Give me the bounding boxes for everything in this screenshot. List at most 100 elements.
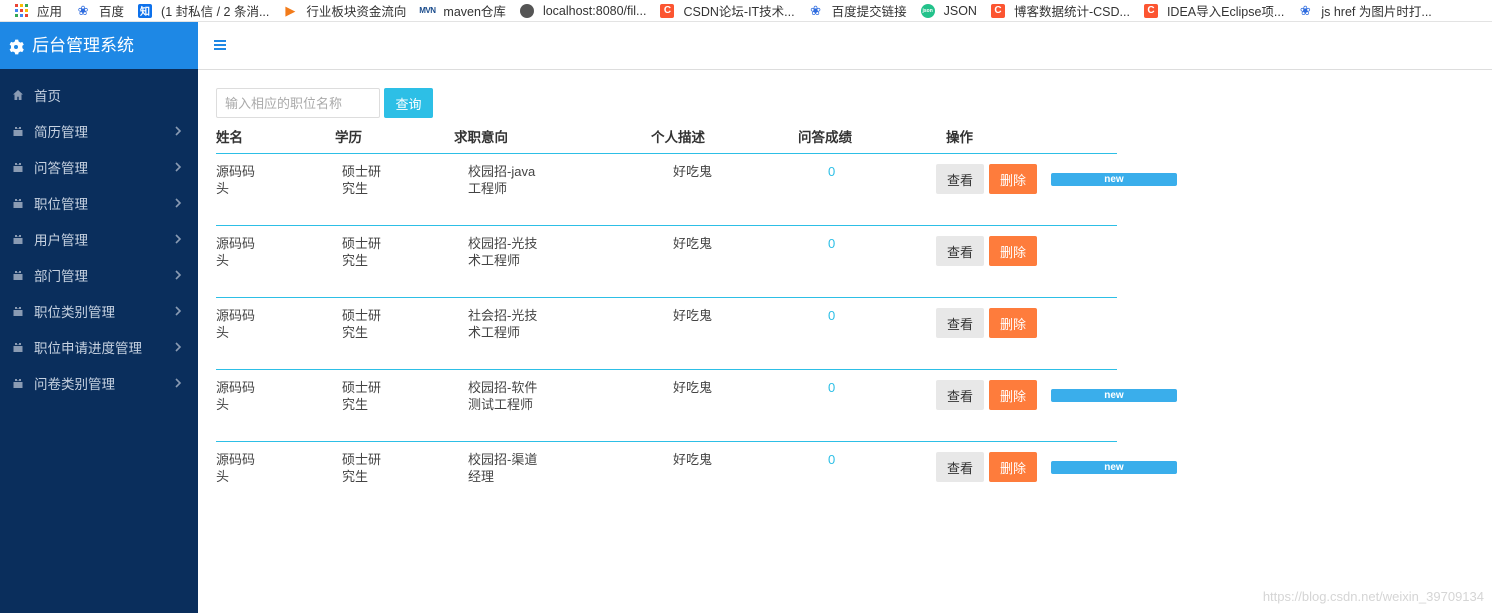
- bookmark-item[interactable]: 知 (1 封私信 / 2 条消...: [138, 1, 269, 20]
- sidebar-item-label: 职位申请进度管理: [34, 341, 142, 356]
- sidebar-item[interactable]: 部门管理: [0, 257, 198, 293]
- view-button[interactable]: 查看: [936, 164, 984, 194]
- table-row: 源码码头 硕士研究生 校园招-java工程师 好吃鬼 0 查看 删除 new: [216, 153, 1177, 225]
- new-badge: new: [1051, 173, 1177, 186]
- sidebar-item[interactable]: 问答管理: [0, 149, 198, 185]
- app-title: 后台管理系统: [32, 36, 134, 55]
- search-button[interactable]: 查询: [384, 88, 433, 118]
- column-header-actions: 操作: [946, 130, 973, 145]
- baidu-paw-icon: ❀: [77, 2, 89, 18]
- cell-score: 0: [828, 452, 836, 467]
- chevron-right-icon: [175, 234, 182, 244]
- flame-icon: ▶: [285, 2, 296, 18]
- view-button[interactable]: 查看: [936, 236, 984, 266]
- view-button[interactable]: 查看: [936, 308, 984, 338]
- new-badge: new: [1051, 389, 1177, 402]
- bookmark-item[interactable]: ❀ 百度提交链接: [809, 1, 906, 20]
- column-header-education: 学历: [335, 130, 362, 145]
- delete-button[interactable]: 删除: [989, 164, 1037, 194]
- delete-button[interactable]: 删除: [989, 308, 1037, 338]
- bookmark-item[interactable]: C CSDN论坛-IT技术...: [660, 1, 795, 20]
- bookmark-item[interactable]: ▶ 行业板块资金流向: [283, 1, 406, 20]
- cell-education: 硕士研究生: [342, 452, 382, 484]
- bookmark-label: CSDN论坛-IT技术...: [683, 5, 795, 19]
- bookmark-label: js href 为图片时打...: [1321, 5, 1432, 19]
- cell-name: 源码码头: [216, 380, 256, 412]
- bookmark-item[interactable]: json JSON: [920, 3, 977, 18]
- sidebar-item-label: 简历管理: [34, 125, 88, 140]
- view-button[interactable]: 查看: [936, 380, 984, 410]
- table-row: 源码码头 硕士研究生 校园招-渠道经理 好吃鬼 0 查看 删除 new: [216, 441, 1177, 513]
- json-icon: json: [920, 3, 935, 18]
- column-header-score: 问答成绩: [798, 130, 852, 145]
- watermark: https://blog.csdn.net/weixin_39709134: [1262, 589, 1484, 604]
- chevron-right-icon: [175, 198, 182, 208]
- top-header: [198, 22, 1492, 70]
- sidebar-menu: 首页简历管理问答管理职位管理用户管理部门管理职位类别管理职位申请进度管理问卷类别…: [0, 69, 198, 401]
- delete-button[interactable]: 删除: [989, 236, 1037, 266]
- sidebar-item[interactable]: 首页: [0, 77, 198, 113]
- bookmark-item[interactable]: C 博客数据统计-CSD...: [990, 1, 1130, 20]
- cell-education: 硕士研究生: [342, 380, 382, 412]
- cell-description: 好吃鬼: [673, 308, 713, 323]
- table-row: 源码码头 硕士研究生 社会招-光技术工程师 好吃鬼 0 查看 删除: [216, 297, 1117, 369]
- briefcase-icon: [12, 233, 24, 245]
- table-row: 源码码头 硕士研究生 校园招-光技术工程师 好吃鬼 0 查看 删除: [216, 225, 1117, 297]
- sidebar-item[interactable]: 问卷类别管理: [0, 365, 198, 401]
- sidebar-item-label: 职位类别管理: [34, 305, 115, 320]
- bookmark-item[interactable]: C IDEA导入Eclipse项...: [1143, 1, 1285, 20]
- csdn-icon: C: [660, 3, 675, 18]
- cell-name: 源码码头: [216, 308, 256, 340]
- sidebar-item[interactable]: 简历管理: [0, 113, 198, 149]
- home-icon: [12, 89, 24, 101]
- delete-button[interactable]: 删除: [989, 380, 1037, 410]
- bookmark-item[interactable]: ❀ 百度: [76, 1, 124, 20]
- cell-score: 0: [828, 236, 836, 251]
- bookmark-label: 博客数据统计-CSD...: [1013, 5, 1130, 19]
- bookmark-item[interactable]: ❀ js href 为图片时打...: [1298, 1, 1432, 20]
- sidebar-item[interactable]: 职位管理: [0, 185, 198, 221]
- sidebar-item[interactable]: 职位类别管理: [0, 293, 198, 329]
- search-input[interactable]: [216, 88, 380, 118]
- chevron-right-icon: [175, 162, 182, 172]
- cell-intent: 社会招-光技术工程师: [468, 308, 538, 340]
- bookmark-label: IDEA导入Eclipse项...: [1166, 5, 1285, 19]
- bookmark-item[interactable]: localhost:8080/fil...: [519, 3, 647, 18]
- cell-description: 好吃鬼: [673, 236, 713, 251]
- bookmark-label: localhost:8080/fil...: [542, 3, 647, 18]
- csdn-icon: C: [1143, 3, 1158, 18]
- main-content: 查询 姓名 学历 求职意向 个人描述 问答成绩 操作 源码码头硕士研究生校园招-…: [198, 70, 1492, 613]
- cell-intent: 校园招-java工程师: [468, 164, 536, 196]
- sidebar-item-label: 首页: [34, 89, 61, 104]
- csdn-icon: C: [990, 3, 1005, 18]
- bookmark-item[interactable]: MVN maven仓库: [419, 1, 506, 20]
- sidebar-item-label: 用户管理: [34, 233, 88, 248]
- sidebar-item-label: 职位管理: [34, 197, 88, 212]
- brand-header[interactable]: 后台管理系统: [0, 22, 198, 69]
- bookmark-label: 百度: [99, 5, 125, 19]
- briefcase-icon: [12, 269, 24, 281]
- bookmark-label: JSON: [943, 3, 977, 18]
- apps-grid-icon: [14, 3, 28, 18]
- table-row: 源码码头 硕士研究生 校园招-软件测试工程师 好吃鬼 0 查看 删除 new: [216, 369, 1177, 441]
- mvn-icon: MVN: [419, 6, 436, 15]
- chevron-right-icon: [175, 270, 182, 280]
- bookmark-item[interactable]: 应用: [14, 1, 62, 20]
- cell-score: 0: [828, 308, 836, 323]
- cell-score: 0: [828, 164, 836, 179]
- sidebar-item[interactable]: 用户管理: [0, 221, 198, 257]
- chevron-right-icon: [175, 306, 182, 316]
- chevron-right-icon: [175, 342, 182, 352]
- chevron-right-icon: [175, 126, 182, 136]
- sidebar-item-label: 部门管理: [34, 269, 88, 284]
- delete-button[interactable]: 删除: [989, 452, 1037, 482]
- view-button[interactable]: 查看: [936, 452, 984, 482]
- column-header-intent: 求职意向: [454, 130, 508, 145]
- sidebar-item[interactable]: 职位申请进度管理: [0, 329, 198, 365]
- cell-name: 源码码头: [216, 452, 256, 484]
- cell-description: 好吃鬼: [673, 380, 713, 395]
- briefcase-icon: [12, 377, 24, 389]
- cell-intent: 校园招-渠道经理: [468, 452, 538, 484]
- cell-description: 好吃鬼: [673, 452, 713, 467]
- menu-toggle-icon[interactable]: [214, 40, 226, 52]
